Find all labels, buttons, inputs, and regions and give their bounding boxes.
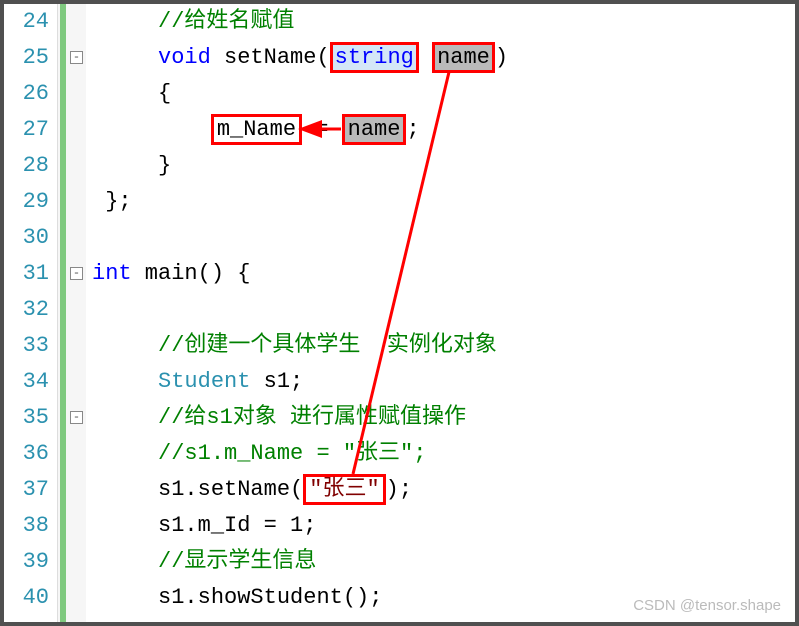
- main-decl: main() {: [132, 261, 251, 286]
- line-number: 25: [4, 40, 57, 76]
- class-end: };: [105, 189, 131, 214]
- line-number: 32: [4, 292, 57, 328]
- fold-toggle-button[interactable]: -: [70, 51, 83, 64]
- code-line-29[interactable]: };: [92, 184, 795, 220]
- line-number: 35: [4, 400, 57, 436]
- line-number: 29: [4, 184, 57, 220]
- code-line-37[interactable]: s1.setName("张三");: [92, 472, 795, 508]
- method-call: s1.showStudent();: [158, 585, 382, 610]
- code-line-26[interactable]: {: [92, 76, 795, 112]
- line-number: 31: [4, 256, 57, 292]
- code-line-38[interactable]: s1.m_Id = 1;: [92, 508, 795, 544]
- string-arg-annotation: "张三": [303, 474, 385, 505]
- code-line-39[interactable]: //显示学生信息: [92, 544, 795, 580]
- comment: //给s1对象 进行属性赋值操作: [158, 405, 466, 430]
- line-number: 38: [4, 508, 57, 544]
- close-paren: ): [495, 45, 508, 70]
- line-number: 30: [4, 220, 57, 256]
- code-line-34[interactable]: Student s1;: [92, 364, 795, 400]
- line-number: 39: [4, 544, 57, 580]
- code-area[interactable]: //给姓名赋值 void setName(string name) { m_Na…: [86, 4, 795, 622]
- line-number: 40: [4, 580, 57, 616]
- code-line-33[interactable]: //创建一个具体学生 实例化对象: [92, 328, 795, 364]
- close-brace: }: [158, 153, 171, 178]
- method-call: s1.setName(: [158, 477, 303, 502]
- line-number: 24: [4, 4, 57, 40]
- line-number: 36: [4, 436, 57, 472]
- line-number-gutter: 24 25 26 27 28 29 30 31 32 33 34 35 36 3…: [4, 4, 58, 622]
- line-number: 34: [4, 364, 57, 400]
- line-number: 26: [4, 76, 57, 112]
- type-student: Student: [158, 369, 250, 394]
- watermark: CSDN @tensor.shape: [633, 597, 781, 614]
- fold-column: - - -: [58, 4, 86, 622]
- var-decl: s1;: [250, 369, 303, 394]
- code-line-28[interactable]: }: [92, 148, 795, 184]
- code-line-25[interactable]: void setName(string name): [92, 40, 795, 76]
- comment: //创建一个具体学生 实例化对象: [158, 333, 497, 358]
- code-line-24[interactable]: //给姓名赋值: [92, 4, 795, 40]
- line-number: 27: [4, 112, 57, 148]
- param-name-annotation: name: [432, 42, 495, 73]
- open-brace: {: [158, 81, 171, 106]
- line-number: 37: [4, 472, 57, 508]
- comment: //s1.m_Name = "张三";: [158, 441, 426, 466]
- code-line-32[interactable]: [92, 292, 795, 328]
- code-line-27[interactable]: m_Name = name;: [92, 112, 795, 148]
- type-string-annotation: string: [330, 42, 419, 73]
- line-number: 33: [4, 328, 57, 364]
- fold-toggle-button[interactable]: -: [70, 411, 83, 424]
- line-number: 28: [4, 148, 57, 184]
- close-paren: );: [386, 477, 412, 502]
- keyword-void: void: [158, 45, 211, 70]
- assignment-statement: s1.m_Id = 1;: [158, 513, 316, 538]
- function-name: setName(: [211, 45, 330, 70]
- code-editor: 24 25 26 27 28 29 30 31 32 33 34 35 36 3…: [4, 4, 795, 622]
- code-line-35[interactable]: //给s1对象 进行属性赋值操作: [92, 400, 795, 436]
- code-line-36[interactable]: //s1.m_Name = "张三";: [92, 436, 795, 472]
- comment: //显示学生信息: [158, 549, 316, 574]
- comment: //给姓名赋值: [158, 9, 294, 34]
- code-line-31[interactable]: int main() {: [92, 256, 795, 292]
- space: [419, 45, 432, 70]
- assignment-rhs-annotation: name: [342, 114, 407, 145]
- equals-op: =: [302, 117, 342, 142]
- fold-toggle-button[interactable]: -: [70, 267, 83, 280]
- code-line-30[interactable]: [92, 220, 795, 256]
- assignment-lhs-annotation: m_Name: [211, 114, 302, 145]
- keyword-int: int: [92, 261, 132, 286]
- semicolon: ;: [406, 117, 419, 142]
